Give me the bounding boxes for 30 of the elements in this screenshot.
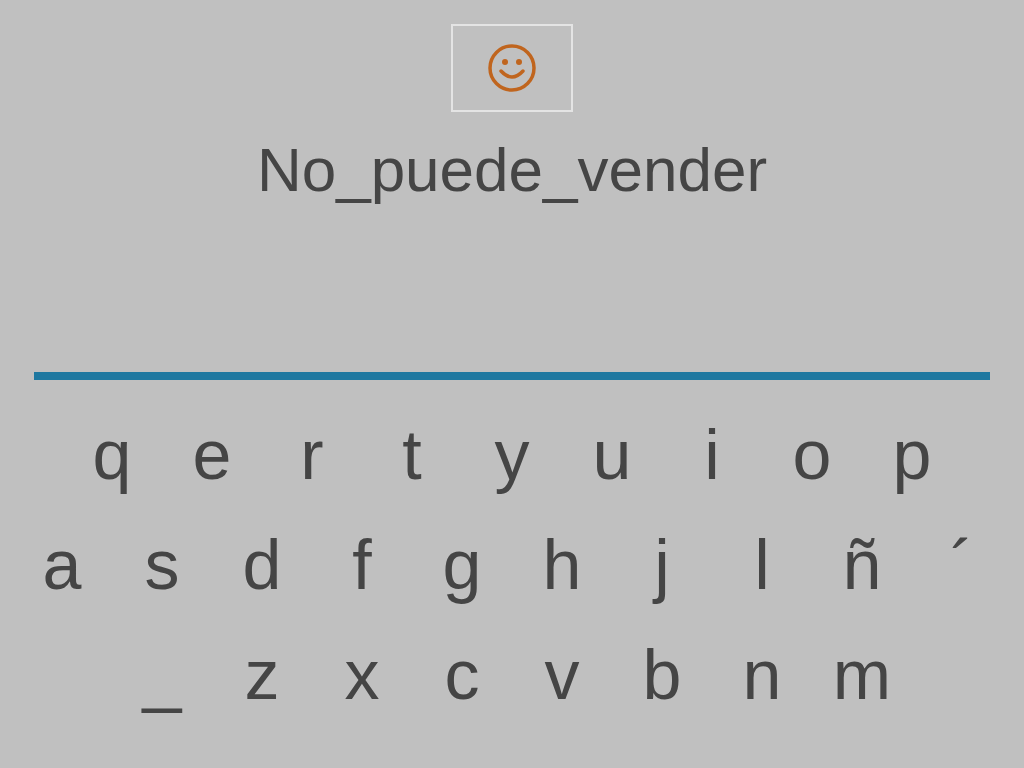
- letter-key[interactable]: s: [112, 517, 212, 613]
- letter-key[interactable]: a: [12, 517, 112, 613]
- hint-button[interactable]: [451, 24, 573, 112]
- letter-key[interactable]: y: [462, 407, 562, 503]
- letter-key[interactable]: i: [662, 407, 762, 503]
- smiley-icon: [487, 43, 537, 93]
- letter-key[interactable]: d: [212, 517, 312, 613]
- letter-key[interactable]: o: [762, 407, 862, 503]
- letter-key[interactable]: u: [562, 407, 662, 503]
- letter-key[interactable]: v: [512, 627, 612, 723]
- letter-key[interactable]: h: [512, 517, 612, 613]
- prompt-text: No_puede_vender: [256, 134, 768, 206]
- letter-key[interactable]: b: [612, 627, 712, 723]
- letter-key[interactable]: z: [212, 627, 312, 723]
- letter-key[interactable]: x: [312, 627, 412, 723]
- letter-key[interactable]: ´: [912, 517, 1012, 613]
- letter-key[interactable]: f: [312, 517, 412, 613]
- letter-key[interactable]: t: [362, 407, 462, 503]
- letter-key[interactable]: p: [862, 407, 962, 503]
- letter-key[interactable]: _: [112, 627, 212, 723]
- letter-key[interactable]: n: [712, 627, 812, 723]
- letter-key[interactable]: e: [162, 407, 262, 503]
- letter-key[interactable]: ñ: [812, 517, 912, 613]
- letter-key[interactable]: q: [62, 407, 162, 503]
- letter-key[interactable]: l: [712, 517, 812, 613]
- letter-key[interactable]: r: [262, 407, 362, 503]
- letter-key[interactable]: c: [412, 627, 512, 723]
- letter-key[interactable]: j: [612, 517, 712, 613]
- letter-key[interactable]: m: [812, 627, 912, 723]
- letter-key[interactable]: g: [412, 517, 512, 613]
